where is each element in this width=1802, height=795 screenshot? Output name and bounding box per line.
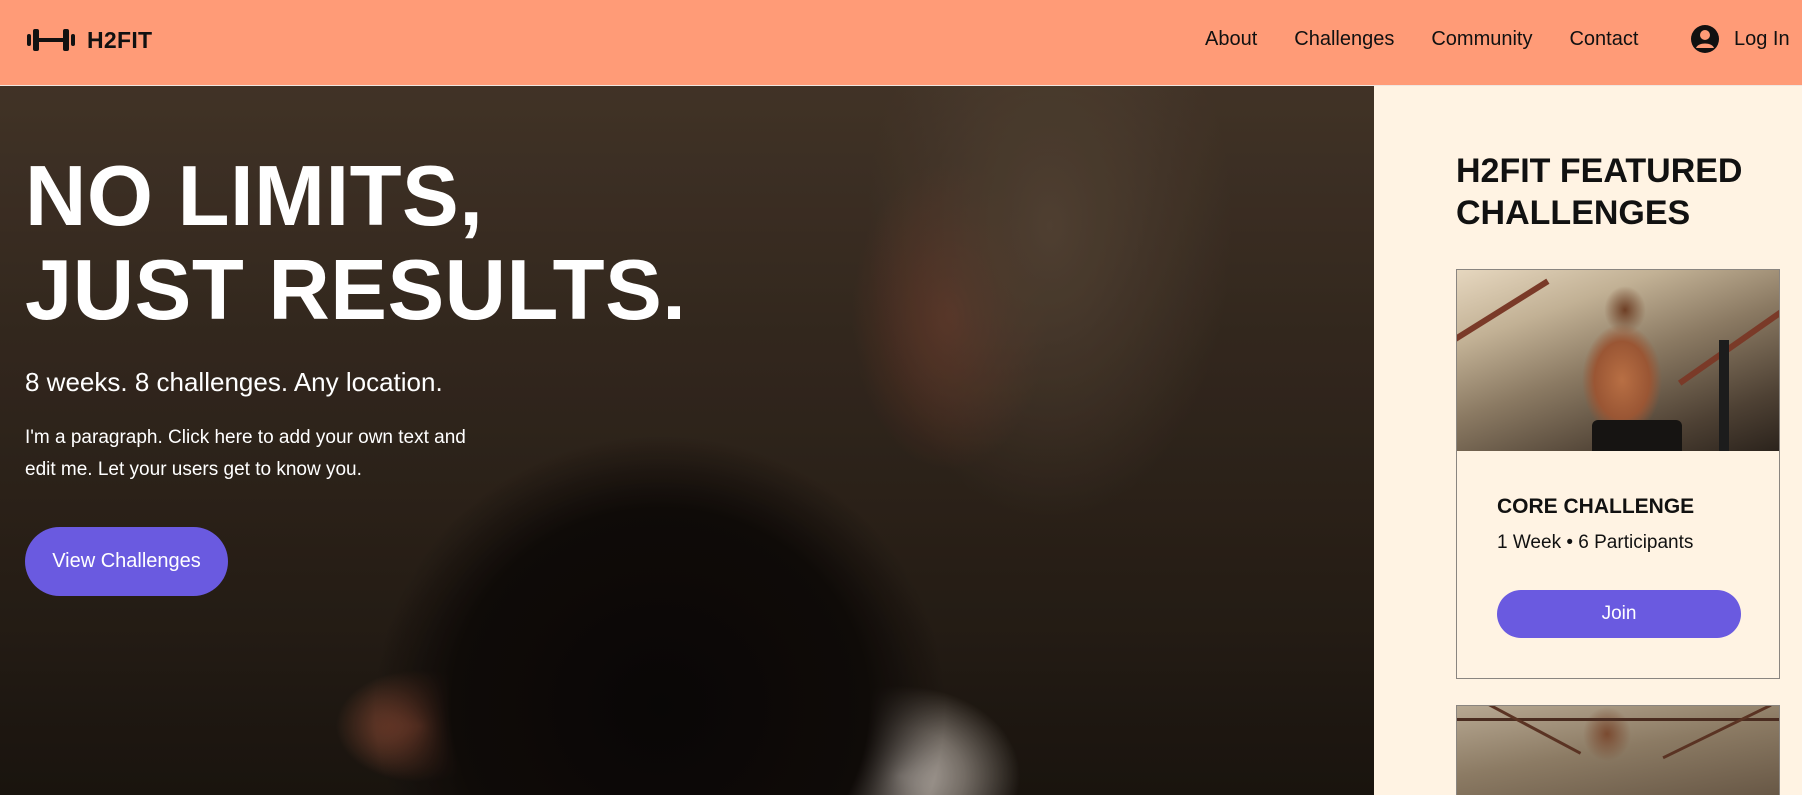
challenge-image	[1457, 270, 1779, 451]
view-challenges-button[interactable]: View Challenges	[25, 527, 228, 596]
login-button[interactable]: Log In	[1690, 24, 1790, 54]
hero-paragraph: I'm a paragraph. Click here to add your …	[25, 427, 466, 480]
hero-section: NO LIMITS, JUST RESULTS. 8 weeks. 8 chal…	[0, 86, 1374, 795]
hero-subtitle: 8 weeks. 8 challenges. Any location.	[25, 367, 443, 397]
nav-item-contact[interactable]: Contact	[1569, 27, 1638, 51]
hero-title-line1: NO LIMITS,	[25, 149, 484, 244]
nav-item-about[interactable]: About	[1205, 27, 1257, 51]
nav-item-community[interactable]: Community	[1431, 27, 1532, 51]
site-header: H2FIT About Challenges Community Contact…	[0, 0, 1802, 86]
nav-item-challenges[interactable]: Challenges	[1294, 27, 1394, 51]
challenge-card: CORE CHALLENGE 1 Week • 6 Participants J…	[1456, 269, 1780, 679]
login-label: Log In	[1734, 27, 1790, 50]
brand-name: H2FIT	[87, 26, 153, 53]
user-avatar-icon	[1691, 25, 1719, 53]
hero-title-line2: JUST RESULTS.	[25, 243, 687, 338]
sidebar-title: H2FIT FEATURED CHALLENGES	[1456, 152, 1743, 232]
join-button[interactable]: Join	[1497, 590, 1741, 638]
challenge-card-image-partial[interactable]	[1456, 705, 1780, 795]
challenge-name[interactable]: CORE CHALLENGE	[1497, 495, 1694, 519]
challenge-meta: 1 Week • 6 Participants	[1497, 532, 1694, 553]
dumbbell-icon	[27, 29, 75, 51]
site-logo[interactable]: H2FIT	[25, 24, 152, 56]
main-nav: About Challenges Community Contact	[1205, 27, 1638, 51]
featured-challenges-sidebar: H2FIT FEATURED CHALLENGES CORE CHALLENGE…	[1374, 86, 1802, 795]
hero-title: NO LIMITS, JUST RESULTS.	[25, 150, 725, 338]
